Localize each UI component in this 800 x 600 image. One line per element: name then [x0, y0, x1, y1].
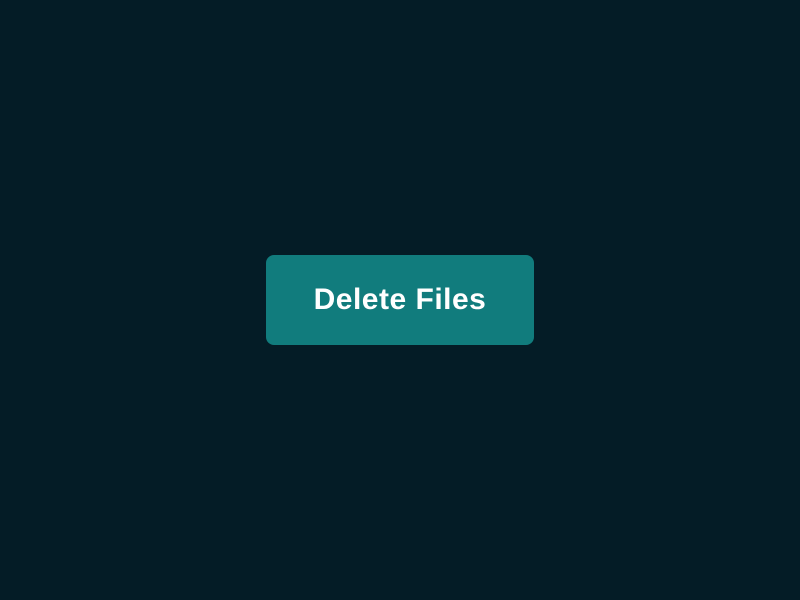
- delete-files-button[interactable]: Delete Files: [266, 255, 535, 345]
